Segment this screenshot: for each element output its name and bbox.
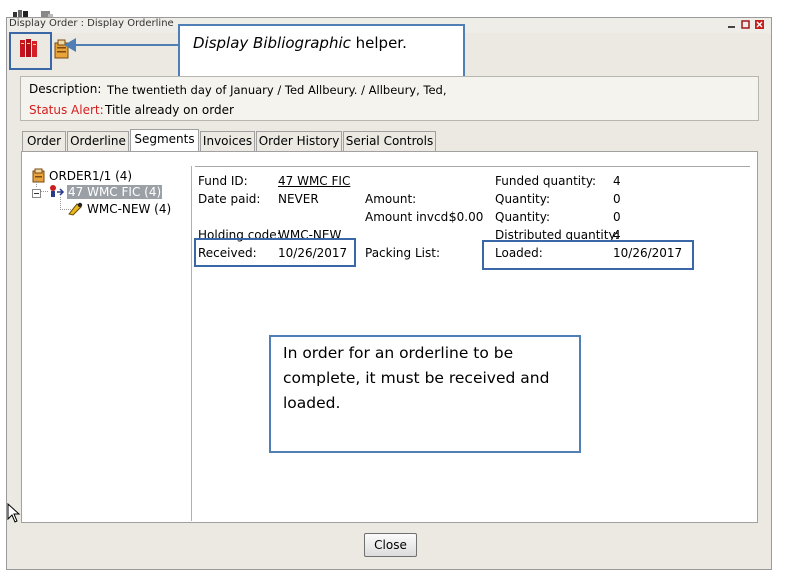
tab-invoices[interactable]: Invoices bbox=[200, 131, 255, 151]
funded-quantity-label: Funded quantity: bbox=[495, 174, 597, 188]
app-toolbar-icon-2[interactable] bbox=[40, 8, 54, 19]
minimize-button[interactable] bbox=[727, 20, 736, 29]
tree-node-segment[interactable]: 47 WMC FIC (4) bbox=[67, 185, 163, 199]
fund-id-label: Fund ID: bbox=[198, 174, 248, 188]
amount-invcd-label: Amount invcd: bbox=[365, 210, 453, 224]
maximize-button[interactable] bbox=[741, 20, 750, 29]
date-paid-label: Date paid: bbox=[198, 192, 261, 206]
close-window-button[interactable] bbox=[755, 20, 764, 29]
callout-arrow bbox=[64, 38, 179, 52]
holding-node-icon bbox=[67, 201, 85, 216]
packing-list-label: Packing List: bbox=[365, 246, 440, 260]
orderline-note-text: In order for an orderline to be complete… bbox=[283, 344, 550, 412]
quantity-label-1: Quantity: bbox=[495, 192, 551, 206]
mouse-cursor-icon bbox=[7, 503, 21, 523]
fund-id-link[interactable]: 47 WMC FIC bbox=[278, 174, 350, 188]
tab-orderline[interactable]: Orderline bbox=[67, 131, 129, 151]
segment-tree bbox=[29, 166, 192, 521]
bib-helper-callout-text: Display Bibliographic helper. bbox=[193, 34, 407, 52]
tab-segments[interactable]: Segments bbox=[130, 129, 199, 152]
quantity-label-2: Quantity: bbox=[495, 210, 551, 224]
tab-order-history[interactable]: Order History bbox=[256, 131, 342, 151]
tab-order[interactable]: Order bbox=[22, 131, 66, 151]
window-title: Display Order : Display Orderline bbox=[9, 18, 174, 29]
books-icon[interactable] bbox=[18, 37, 42, 59]
bib-helper-callout bbox=[178, 24, 465, 82]
segment-node-icon bbox=[49, 184, 65, 198]
funded-quantity-value: 4 bbox=[613, 174, 621, 188]
date-paid-value: NEVER bbox=[278, 192, 319, 206]
received-highlight bbox=[194, 238, 356, 267]
app-toolbar-icon[interactable] bbox=[12, 7, 32, 18]
callout-rest-text: helper. bbox=[350, 34, 407, 52]
description-value: The twentieth day of January / Ted Allbe… bbox=[107, 83, 447, 97]
amount-invcd-value: $0.00 bbox=[449, 210, 484, 224]
tab-serial-controls[interactable]: Serial Controls bbox=[343, 131, 436, 151]
description-label: Description: bbox=[29, 82, 102, 96]
status-alert-value: Title already on order bbox=[105, 103, 234, 117]
quantity-value-1: 0 bbox=[613, 192, 621, 206]
details-separator bbox=[195, 166, 750, 167]
amount-label: Amount: bbox=[365, 192, 417, 206]
quantity-value-2: 0 bbox=[613, 210, 621, 224]
close-button[interactable]: Close bbox=[364, 533, 417, 557]
callout-italic-text: Display Bibliographic bbox=[193, 34, 351, 52]
loaded-highlight bbox=[482, 240, 694, 270]
tree-node-holding[interactable]: WMC-NEW (4) bbox=[87, 202, 171, 216]
top-strip bbox=[0, 0, 795, 19]
status-alert-label: Status Alert: bbox=[29, 103, 104, 117]
